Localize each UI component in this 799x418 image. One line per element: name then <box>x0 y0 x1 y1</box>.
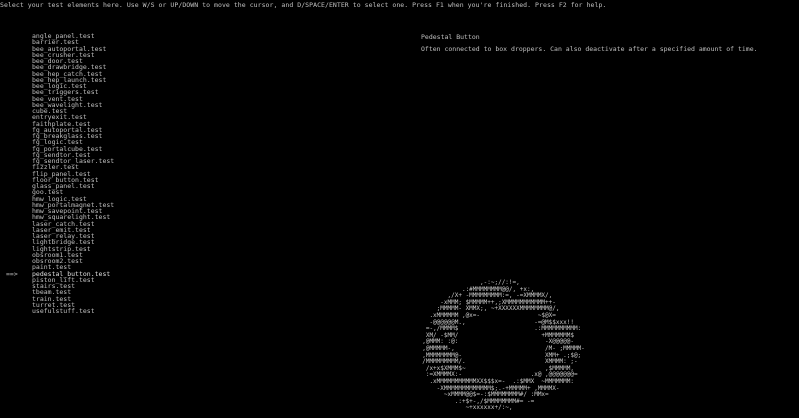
console-window: Select your test elements here. Use W/S … <box>0 0 799 418</box>
test-list-item[interactable]: usefulstuff.test <box>32 308 114 315</box>
ascii-art-pedestal-button: ,-:~;//:!=, .:#MMMMMMMM@@/, +x:, ,/X+ -M… <box>422 279 585 412</box>
test-detail-description: Often connected to box droppers. Can als… <box>421 45 758 53</box>
selection-cursor: ==> <box>6 269 18 278</box>
test-detail-title: Pedestal Button <box>421 33 480 41</box>
instructions-text: Select your test elements here. Use W/S … <box>0 1 607 9</box>
test-list: angle_panel.test barrier.test bee_autoport… <box>32 33 114 315</box>
